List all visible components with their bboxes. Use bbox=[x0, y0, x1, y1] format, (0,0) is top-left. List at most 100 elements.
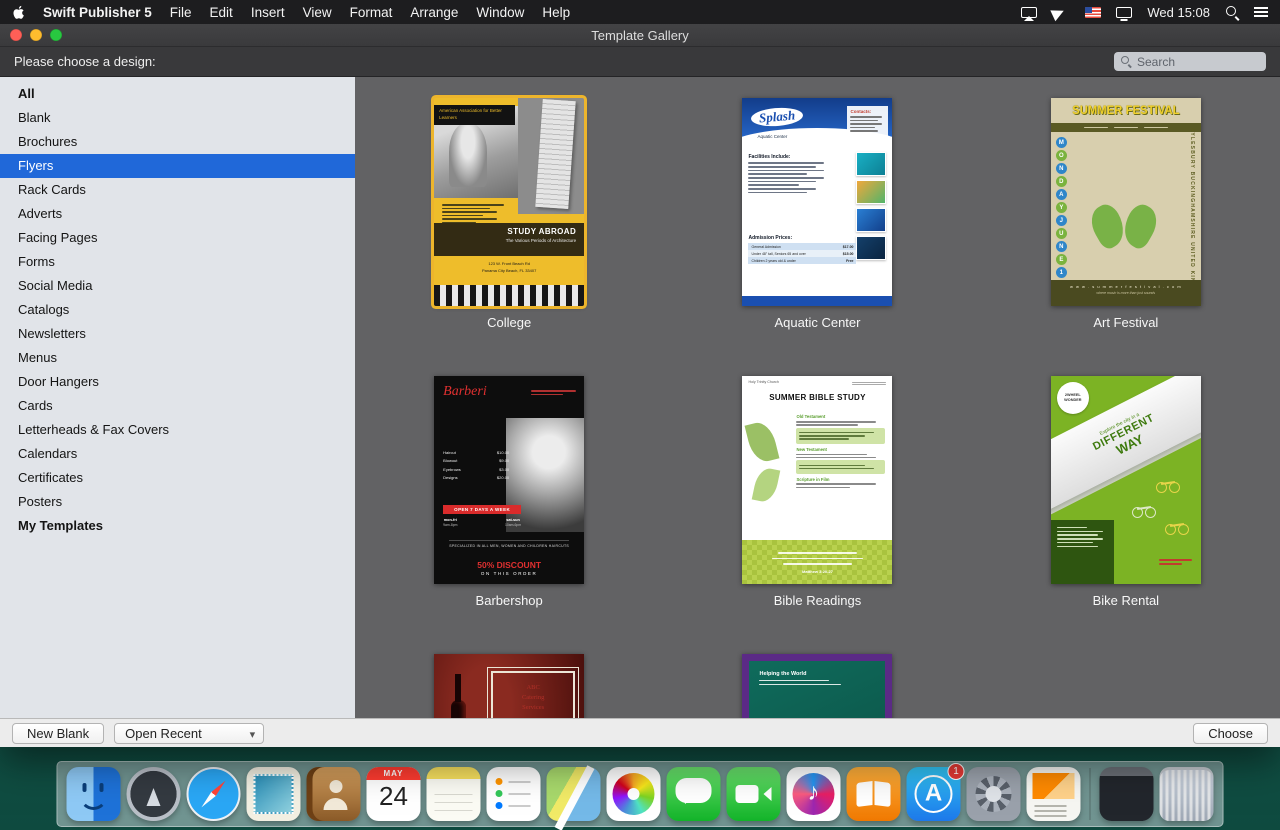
paper-plane-icon[interactable] bbox=[1051, 3, 1072, 21]
template-card-bible-readings[interactable]: Holy Trinity Church SUMMER BIBLE STUDY O… bbox=[742, 376, 892, 608]
new-blank-button[interactable]: New Blank bbox=[12, 723, 104, 744]
menubar-status-area: Wed 15:08 bbox=[1021, 5, 1268, 20]
sidebar-item-adverts[interactable]: Adverts bbox=[0, 202, 355, 226]
dock-maps-icon[interactable] bbox=[547, 767, 601, 821]
template-card-catering[interactable]: ABC Catering Services bbox=[434, 654, 584, 718]
choose-button[interactable]: Choose bbox=[1193, 723, 1268, 744]
sidebar-item-calendars[interactable]: Calendars bbox=[0, 442, 355, 466]
aquatic-contacts-block: Contacts: bbox=[847, 106, 888, 137]
dock: MAY24 1 bbox=[57, 761, 1224, 827]
template-gallery-window: Template Gallery Please choose a design:… bbox=[0, 24, 1280, 747]
sidebar-item-letterheads-fax-covers[interactable]: Letterheads & Fax Covers bbox=[0, 418, 355, 442]
dock-finder-icon[interactable] bbox=[67, 767, 121, 821]
apple-menu-icon[interactable] bbox=[12, 4, 27, 20]
menu-help[interactable]: Help bbox=[542, 5, 570, 20]
sidebar-item-facing-pages[interactable]: Facing Pages bbox=[0, 226, 355, 250]
sidebar-item-door-hangers[interactable]: Door Hangers bbox=[0, 370, 355, 394]
sidebar-item-brochures[interactable]: Brochures bbox=[0, 130, 355, 154]
art-festival-title: SUMMER FESTIVAL bbox=[1057, 103, 1195, 117]
sidebar-item-posters[interactable]: Posters bbox=[0, 490, 355, 514]
bible-content-column: Old Testament New Testament Scripture in… bbox=[796, 411, 885, 489]
dock-reminders-icon[interactable] bbox=[487, 767, 541, 821]
display-icon[interactable] bbox=[1116, 7, 1132, 18]
dock-app-store-icon[interactable]: 1 bbox=[907, 767, 961, 821]
choose-design-prompt: Please choose a design: bbox=[14, 54, 156, 69]
dock-window-thumbnail-icon[interactable] bbox=[1100, 767, 1154, 821]
catering-frame: ABC Catering Services bbox=[491, 671, 575, 718]
college-thumbnail: American Association for Better Learners… bbox=[434, 98, 584, 306]
us-input-flag-icon[interactable] bbox=[1085, 7, 1101, 18]
template-card-aquatic-center[interactable]: Splash Aquatic Center Contacts: Faciliti… bbox=[742, 98, 892, 330]
menu-format[interactable]: Format bbox=[350, 5, 393, 20]
dock-mail-icon[interactable] bbox=[247, 767, 301, 821]
dock-calendar-icon[interactable]: MAY24 bbox=[367, 767, 421, 821]
sidebar-item-flyers[interactable]: Flyers bbox=[0, 154, 355, 178]
chevron-down-icon bbox=[250, 726, 256, 741]
aquatic-photo bbox=[856, 208, 886, 232]
template-grid: American Association for Better Learners… bbox=[355, 77, 1280, 718]
menu-view[interactable]: View bbox=[303, 5, 332, 20]
dock-facetime-icon[interactable] bbox=[727, 767, 781, 821]
sidebar-item-all[interactable]: All bbox=[0, 82, 355, 106]
menubar: Swift Publisher 5 File Edit Insert View Form… bbox=[0, 0, 1280, 24]
menu-file[interactable]: File bbox=[170, 5, 192, 20]
dock-messages-icon[interactable] bbox=[667, 767, 721, 821]
aquatic-thumbnail: Splash Aquatic Center Contacts: Faciliti… bbox=[742, 98, 892, 306]
search-icon bbox=[1121, 56, 1132, 67]
dock-launchpad-icon[interactable] bbox=[127, 767, 181, 821]
dock-safari-icon[interactable] bbox=[187, 767, 241, 821]
menu-insert[interactable]: Insert bbox=[251, 5, 285, 20]
barbershop-title: Barberi bbox=[443, 384, 487, 400]
bible-thumbnail: Holy Trinity Church SUMMER BIBLE STUDY O… bbox=[742, 376, 892, 584]
aquatic-photo bbox=[856, 180, 886, 204]
sidebar-item-forms[interactable]: Forms bbox=[0, 250, 355, 274]
dock-books-icon[interactable] bbox=[847, 767, 901, 821]
notification-center-icon[interactable] bbox=[1254, 6, 1268, 18]
dock-itunes-icon[interactable] bbox=[787, 767, 841, 821]
sidebar-item-newsletters[interactable]: Newsletters bbox=[0, 322, 355, 346]
template-name: Bike Rental bbox=[1093, 593, 1159, 608]
dock-separator bbox=[1090, 768, 1091, 820]
open-recent-dropdown[interactable]: Open Recent bbox=[114, 723, 264, 744]
search-input[interactable] bbox=[1137, 55, 1259, 69]
sidebar-list: AllBlankBrochuresFlyersRack CardsAdverts… bbox=[0, 77, 355, 718]
dock-trash-icon[interactable] bbox=[1160, 767, 1214, 821]
spotlight-icon[interactable] bbox=[1225, 5, 1239, 19]
dock-contacts-icon[interactable] bbox=[307, 767, 361, 821]
sidebar-item-certificates[interactable]: Certificates bbox=[0, 466, 355, 490]
sidebar-item-my-templates[interactable]: My Templates bbox=[0, 514, 355, 538]
dock-system-preferences-icon[interactable] bbox=[967, 767, 1021, 821]
wine-bottle-graphic bbox=[451, 700, 466, 718]
search-field[interactable] bbox=[1114, 52, 1266, 71]
sidebar-item-blank[interactable]: Blank bbox=[0, 106, 355, 130]
aquatic-facilities-block: Facilities Include: bbox=[748, 154, 832, 195]
sidebar-item-rack-cards[interactable]: Rack Cards bbox=[0, 178, 355, 202]
template-card-bike-rental[interactable]: Explore the city in a DIFFERENT WAY 2WHE… bbox=[1051, 376, 1201, 608]
aquatic-photo bbox=[856, 152, 886, 176]
dock-swift-publisher-icon[interactable] bbox=[1027, 767, 1081, 821]
dock-photos-icon[interactable] bbox=[607, 767, 661, 821]
dock-notes-icon[interactable] bbox=[427, 767, 481, 821]
menubar-clock[interactable]: Wed 15:08 bbox=[1147, 5, 1210, 20]
menubar-app-name[interactable]: Swift Publisher 5 bbox=[43, 5, 152, 20]
college-title-band: STUDY ABROAD The Various Periods of Arch… bbox=[434, 223, 584, 256]
template-card-art-festival[interactable]: SUMMER FESTIVAL MONDAYJUNE17 AYLESBURY B… bbox=[1051, 98, 1201, 330]
sidebar-item-menus[interactable]: Menus bbox=[0, 346, 355, 370]
sidebar-item-social-media[interactable]: Social Media bbox=[0, 274, 355, 298]
template-name: Aquatic Center bbox=[774, 315, 860, 330]
aquatic-footer-band bbox=[742, 296, 892, 306]
gallery-toolbar: Please choose a design: bbox=[0, 47, 1280, 77]
barbershop-hours: mon-fri9am-8pm sat-sun10am-6pm bbox=[443, 518, 521, 527]
helping-inner-panel: Helping the World bbox=[749, 661, 885, 718]
template-card-college[interactable]: American Association for Better Learners… bbox=[434, 98, 584, 330]
menu-window[interactable]: Window bbox=[476, 5, 524, 20]
template-card-helping-the-world[interactable]: Helping the World bbox=[742, 654, 892, 718]
menu-arrange[interactable]: Arrange bbox=[410, 5, 458, 20]
art-festival-date-circles: MONDAYJUNE17 bbox=[1056, 136, 1067, 292]
sidebar-item-catalogs[interactable]: Catalogs bbox=[0, 298, 355, 322]
display-mirroring-icon[interactable] bbox=[1021, 7, 1037, 18]
menu-edit[interactable]: Edit bbox=[210, 5, 233, 20]
template-card-barbershop[interactable]: Barberi Haircut$10.00 Blowout$9.00 Eyebr… bbox=[434, 376, 584, 608]
sidebar-item-cards[interactable]: Cards bbox=[0, 394, 355, 418]
helping-thumbnail: Helping the World bbox=[742, 654, 892, 718]
